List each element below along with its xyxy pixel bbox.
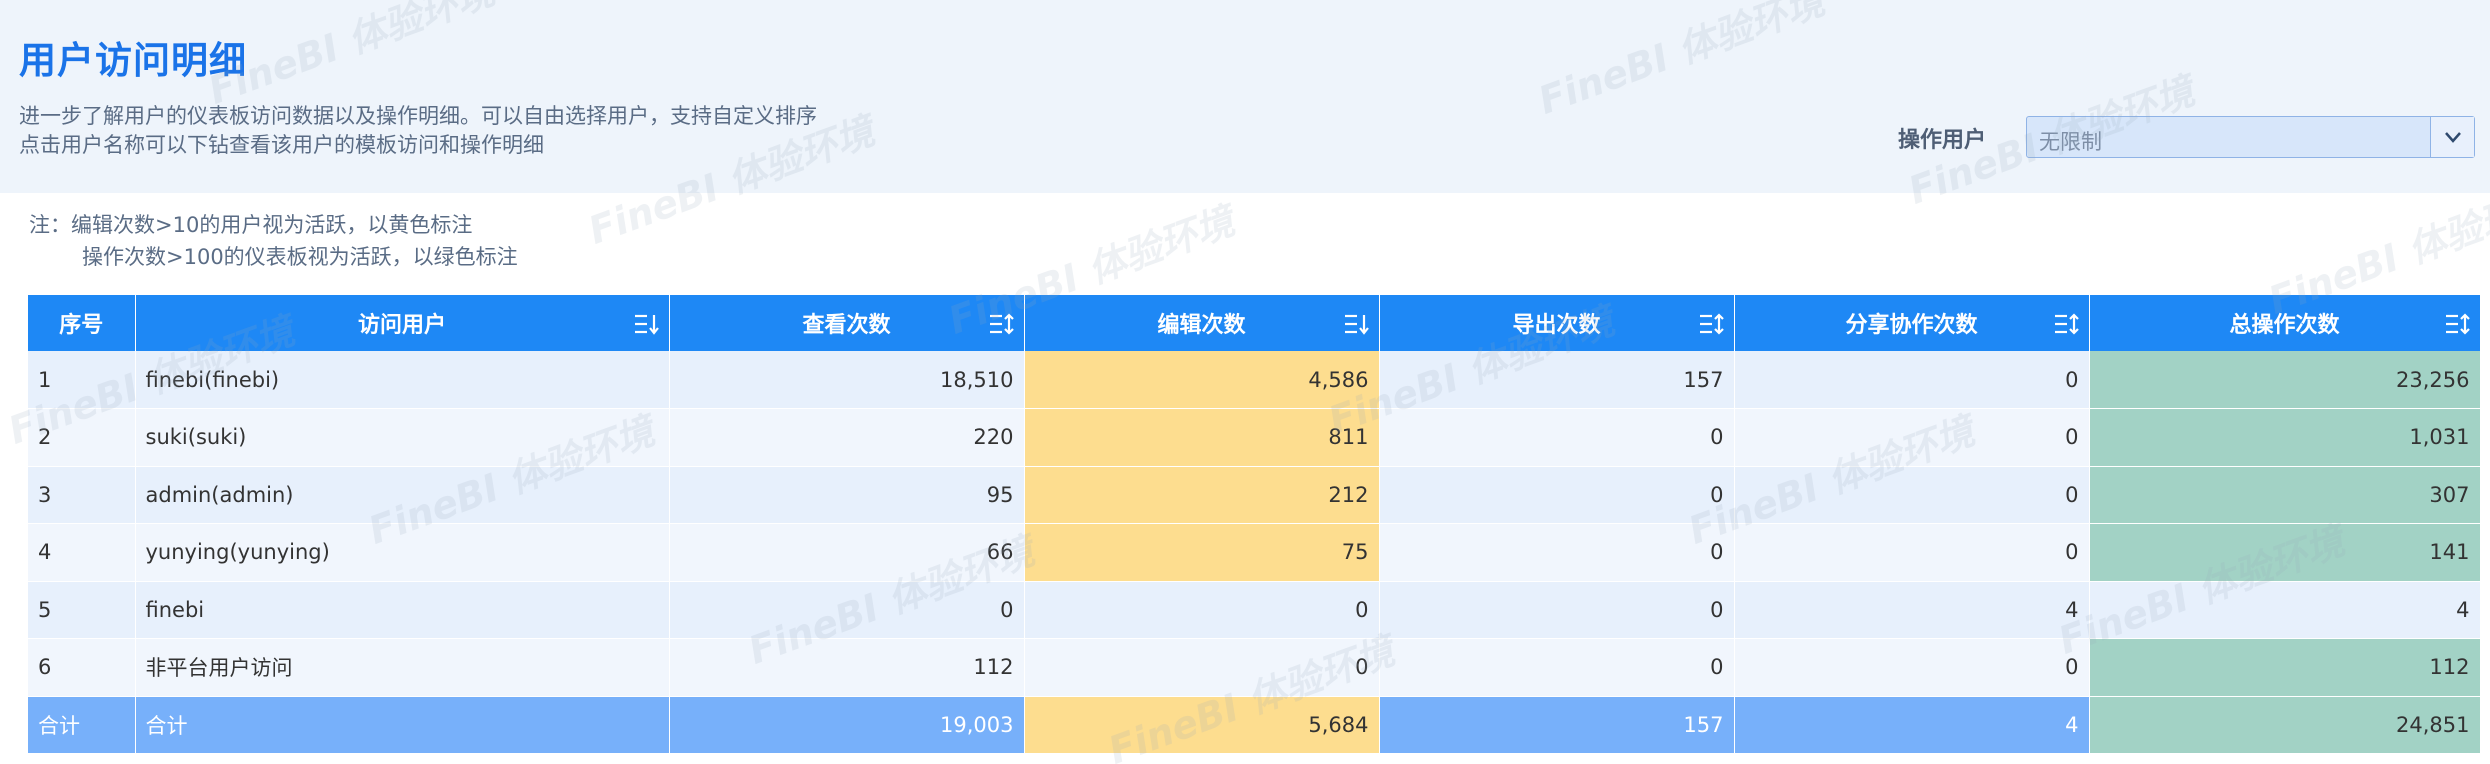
- column-header-total[interactable]: 总操作次数: [2089, 295, 2481, 351]
- table-panel: 注：编辑次数>10的用户视为活跃，以黄色标注 操作次数>100的仪表板视为活跃，…: [0, 193, 2490, 764]
- user-filter-label: 操作用户: [1898, 128, 1987, 153]
- export-count: 0: [1379, 638, 1735, 697]
- column-header-share[interactable]: 分享协作次数: [1734, 295, 2090, 351]
- edit-count: 212: [1024, 466, 1380, 524]
- table-row: 3 admin(admin) 95 212 0 0 307: [28, 466, 2481, 524]
- table-row: 6 非平台用户访问 112 0 0 0 112: [28, 638, 2481, 697]
- total-count: 4: [2089, 581, 2481, 639]
- share-count: 0: [1734, 351, 2090, 409]
- share-count: 0: [1734, 466, 2090, 524]
- table-total-row: 合计 合计 19,003 5,684 157 4 24,851: [28, 696, 2481, 754]
- page-description: 进一步了解用户的仪表板访问数据以及操作明细。可以自由选择用户，支持自定义排序 点…: [19, 102, 817, 160]
- chevron-down-icon: [2445, 132, 2461, 143]
- share-count: 0: [1734, 408, 2090, 467]
- dropdown-button[interactable]: [2430, 117, 2474, 157]
- total-count: 23,256: [2089, 351, 2481, 409]
- user-link[interactable]: suki(suki): [135, 408, 670, 467]
- table-row: 2 suki(suki) 220 811 0 0 1,031: [28, 408, 2481, 467]
- view-count: 95: [669, 466, 1025, 524]
- total-row-label: 合计: [135, 696, 670, 754]
- total-count: 141: [2089, 523, 2481, 582]
- note-line-1: 注：编辑次数>10的用户视为活跃，以黄色标注: [29, 213, 473, 237]
- total-share-count: 4: [1734, 696, 2090, 754]
- export-count: 0: [1379, 581, 1735, 639]
- total-count: 1,031: [2089, 408, 2481, 467]
- user-filter-value: 无限制: [2039, 130, 2102, 154]
- sort-icon[interactable]: [2053, 312, 2079, 336]
- export-count: 0: [1379, 523, 1735, 582]
- share-count: 4: [1734, 581, 2090, 639]
- column-header-edit[interactable]: 编辑次数: [1024, 295, 1380, 351]
- table-header-row: 序号 访问用户 查看次数 编辑次数 导出次数 分享协作次数 总操作次数: [28, 295, 2481, 351]
- view-count: 112: [669, 638, 1025, 697]
- user-link[interactable]: finebi(finebi): [135, 351, 670, 409]
- row-index: 6: [28, 638, 136, 697]
- note-line-2: 操作次数>100的仪表板视为活跃，以绿色标注: [82, 245, 518, 269]
- row-index: 1: [28, 351, 136, 409]
- column-header-export[interactable]: 导出次数: [1379, 295, 1735, 351]
- user-filter-select[interactable]: 无限制: [2026, 116, 2475, 158]
- share-count: 0: [1734, 638, 2090, 697]
- user-access-table: 序号 访问用户 查看次数 编辑次数 导出次数 分享协作次数 总操作次数 1 fi…: [28, 295, 2481, 754]
- page-header: 用户访问明细 进一步了解用户的仪表板访问数据以及操作明细。可以自由选择用户，支持…: [0, 0, 2490, 193]
- column-header-user[interactable]: 访问用户: [135, 295, 670, 351]
- total-export-count: 157: [1379, 696, 1735, 754]
- view-count: 66: [669, 523, 1025, 582]
- sort-descending-icon[interactable]: [1343, 312, 1369, 336]
- total-count: 307: [2089, 466, 2481, 524]
- table-row: 1 finebi(finebi) 18,510 4,586 157 0 23,2…: [28, 351, 2481, 409]
- page-title: 用户访问明细: [19, 39, 247, 82]
- edit-count: 811: [1024, 408, 1380, 467]
- edit-count: 0: [1024, 638, 1380, 697]
- row-index: 5: [28, 581, 136, 639]
- edit-count: 4,586: [1024, 351, 1380, 409]
- total-count: 112: [2089, 638, 2481, 697]
- sort-icon[interactable]: [988, 312, 1014, 336]
- view-count: 0: [669, 581, 1025, 639]
- table-row: 4 yunying(yunying) 66 75 0 0 141: [28, 523, 2481, 582]
- export-count: 157: [1379, 351, 1735, 409]
- user-link[interactable]: 非平台用户访问: [135, 638, 670, 697]
- table-row: 5 finebi 0 0 0 4 4: [28, 581, 2481, 639]
- edit-count: 0: [1024, 581, 1380, 639]
- user-link[interactable]: yunying(yunying): [135, 523, 670, 582]
- total-row-index: 合计: [28, 696, 136, 754]
- user-link[interactable]: admin(admin): [135, 466, 670, 524]
- view-count: 220: [669, 408, 1025, 467]
- description-line-2: 点击用户名称可以下钻查看该用户的模板访问和操作明细: [19, 133, 544, 157]
- user-link[interactable]: finebi: [135, 581, 670, 639]
- total-edit-count: 5,684: [1024, 696, 1380, 754]
- sort-icon[interactable]: [1698, 312, 1724, 336]
- sort-icon[interactable]: [2444, 312, 2470, 336]
- export-count: 0: [1379, 466, 1735, 524]
- sort-descending-icon[interactable]: [633, 312, 659, 336]
- edit-count: 75: [1024, 523, 1380, 582]
- description-line-1: 进一步了解用户的仪表板访问数据以及操作明细。可以自由选择用户，支持自定义排序: [19, 104, 817, 128]
- column-header-view[interactable]: 查看次数: [669, 295, 1025, 351]
- view-count: 18,510: [669, 351, 1025, 409]
- total-operation-count: 24,851: [2089, 696, 2481, 754]
- row-index: 4: [28, 523, 136, 582]
- total-view-count: 19,003: [669, 696, 1025, 754]
- column-header-index: 序号: [28, 295, 136, 351]
- export-count: 0: [1379, 408, 1735, 467]
- row-index: 3: [28, 466, 136, 524]
- row-index: 2: [28, 408, 136, 467]
- share-count: 0: [1734, 523, 2090, 582]
